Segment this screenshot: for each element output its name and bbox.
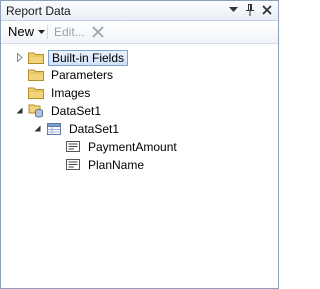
- tree-item-label: DataSet1: [51, 103, 102, 118]
- pin-icon[interactable]: [243, 3, 257, 17]
- toolbar-separator: [47, 25, 48, 39]
- delete-icon[interactable]: [91, 25, 105, 39]
- panel-toolbar: New Edit...: [1, 21, 278, 44]
- report-data-panel: Report Data New Edit... Built-in Fields …: [0, 0, 279, 289]
- tree-item-dataset-root[interactable]: DataSet1: [15, 102, 104, 119]
- panel-titlebar: Report Data: [1, 1, 278, 21]
- tree-item-dataset-table[interactable]: DataSet1: [33, 120, 122, 137]
- tree-item-label: PaymentAmount: [88, 139, 177, 154]
- dataset-icon: [28, 104, 44, 118]
- edit-button[interactable]: Edit...: [54, 25, 85, 39]
- folder-icon: [28, 51, 44, 65]
- new-button-label: New: [8, 24, 35, 39]
- tree-item-label: Built-in Fields: [48, 49, 129, 66]
- tree-item-images[interactable]: Images: [15, 84, 93, 101]
- collapse-arrow-icon[interactable]: [15, 106, 24, 115]
- tree-item-field-planname[interactable]: PlanName: [65, 156, 147, 173]
- dropdown-arrow-icon[interactable]: [226, 3, 240, 17]
- tree-item-label: Images: [51, 85, 91, 100]
- tree-item-label: PlanName: [88, 157, 145, 172]
- table-icon: [46, 122, 62, 136]
- folder-icon: [28, 86, 44, 100]
- tree-item-parameters[interactable]: Parameters: [15, 66, 116, 83]
- tree-item-label: DataSet1: [69, 121, 120, 136]
- tree-item-field-paymentamount[interactable]: PaymentAmount: [65, 138, 180, 155]
- new-button[interactable]: New: [8, 24, 46, 39]
- expand-arrow-icon[interactable]: [15, 53, 24, 62]
- field-icon: [65, 140, 81, 154]
- collapse-arrow-icon[interactable]: [33, 124, 42, 133]
- field-icon: [65, 158, 81, 172]
- tree-item-builtin-fields[interactable]: Built-in Fields: [15, 49, 129, 66]
- chevron-down-icon: [38, 29, 46, 34]
- panel-title: Report Data: [6, 4, 71, 18]
- tree-item-label: Parameters: [51, 67, 114, 82]
- titlebar-buttons: [226, 3, 274, 17]
- folder-icon: [28, 68, 44, 82]
- close-icon[interactable]: [260, 3, 274, 17]
